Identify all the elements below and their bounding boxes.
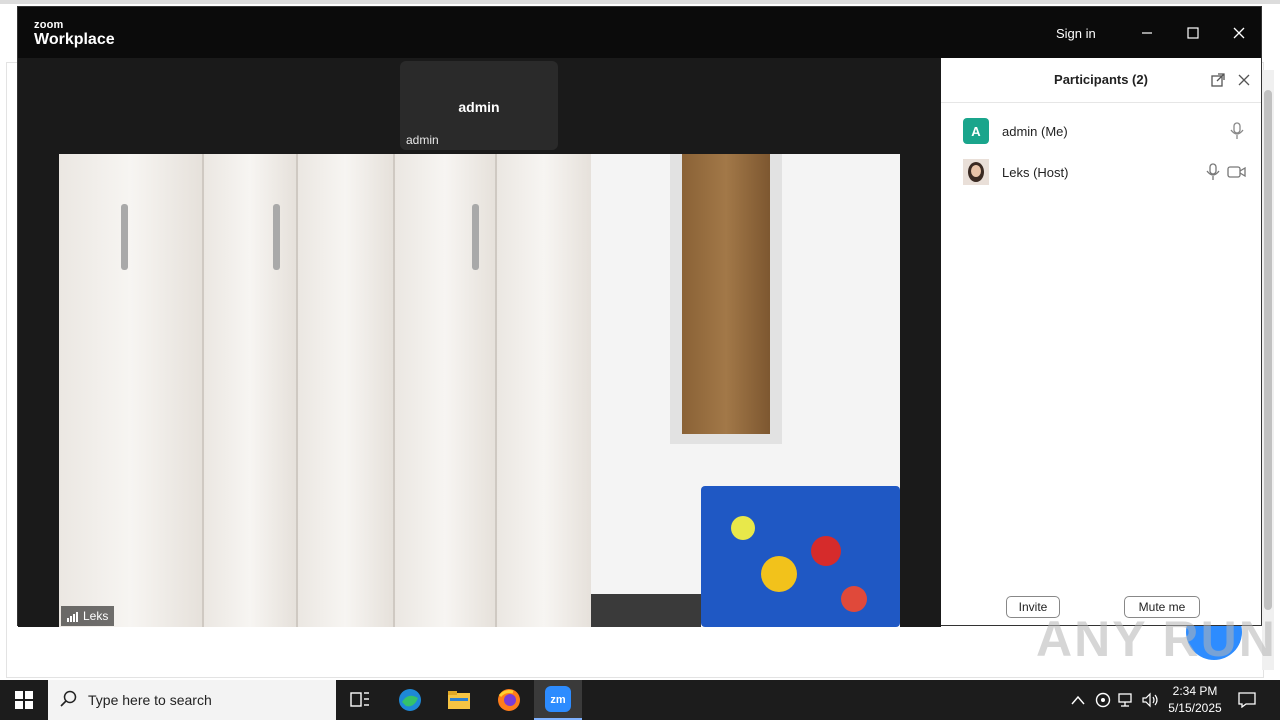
search-icon [60,690,78,708]
microphone-icon[interactable] [1204,163,1222,181]
thumbnail-label: admin [406,133,439,147]
video-scene-door [395,154,497,627]
zoom-icon-label: zm [550,694,566,706]
title-bar: zoom Workplace Sign in [18,7,1261,58]
microphone-icon[interactable] [1228,122,1246,140]
video-scene-floor [591,594,701,627]
active-speaker-video[interactable]: Leks [59,154,900,627]
minimize-icon[interactable] [1133,19,1161,47]
zoom-icon[interactable]: zm [534,680,582,720]
participant-row[interactable]: Leks (Host) [941,151,1261,191]
clock-time: 2:34 PM [1172,684,1218,698]
thumbnail-name: admin [458,99,500,115]
video-camera-icon[interactable] [1227,163,1246,181]
chevron-up-icon[interactable] [1068,690,1088,710]
network-icon[interactable] [1117,690,1137,710]
video-scene-door [298,154,395,627]
anyrun-watermark: ANY RUN [1036,611,1277,667]
video-scene-door [59,154,204,627]
task-view-icon[interactable] [336,680,384,720]
background-tab-strip [0,0,1280,4]
edge-icon[interactable] [386,680,434,720]
windows-start-icon[interactable] [0,680,48,720]
volume-icon[interactable] [1141,690,1161,710]
video-scene-board [682,154,770,434]
search-placeholder: Type here to search [88,692,212,708]
signal-strength-icon [67,611,78,622]
speaker-name-tag: Leks [61,606,115,626]
speaker-name: Leks [83,609,109,623]
clock-date: 5/15/2025 [1168,701,1222,715]
sign-in-button[interactable]: Sign in [1050,24,1102,43]
logo-small-text: zoom [34,19,64,31]
self-video-thumbnail[interactable]: admin admin [400,61,558,150]
video-stage: admin admin Leks [18,58,941,627]
taskbar-search-box[interactable]: Type here to search [48,680,336,720]
notification-icon[interactable] [1237,690,1257,710]
maximize-icon[interactable] [1179,19,1207,47]
file-explorer-icon[interactable] [435,680,483,720]
background-scrollbar[interactable] [1262,70,1274,670]
participants-header: Participants (2) [941,58,1261,103]
video-scene-handle [273,204,280,270]
video-scene-door [204,154,298,627]
participant-name: Leks (Host) [1002,165,1069,180]
close-icon[interactable] [1225,19,1253,47]
avatar [963,159,989,185]
video-scene-handle [121,204,128,270]
zoom-workplace-logo: zoom Workplace [34,20,115,48]
avatar: A [963,118,989,144]
participant-row[interactable]: A admin (Me) [941,110,1261,150]
video-scene-door [497,154,593,627]
scrollbar-thumb[interactable] [1264,90,1272,610]
system-clock[interactable]: 2:34 PM 5/15/2025 [1160,683,1230,717]
edge-tray-icon[interactable] [1093,690,1113,710]
firefox-icon[interactable] [485,680,533,720]
close-panel-icon[interactable] [1235,71,1253,89]
participants-panel: Participants (2) A admin (Me) Leks (Host… [941,58,1261,625]
taskbar: Type here to search zm 2:34 PM 5/15/2025 [0,680,1280,720]
logo-big-text: Workplace [34,31,115,48]
zoom-meeting-window: zoom Workplace Sign in admin admin Leks … [17,6,1262,627]
participant-name: admin (Me) [1002,124,1068,139]
video-scene-handle [472,204,479,270]
video-scene-box [701,486,900,627]
pop-out-icon[interactable] [1209,71,1227,89]
